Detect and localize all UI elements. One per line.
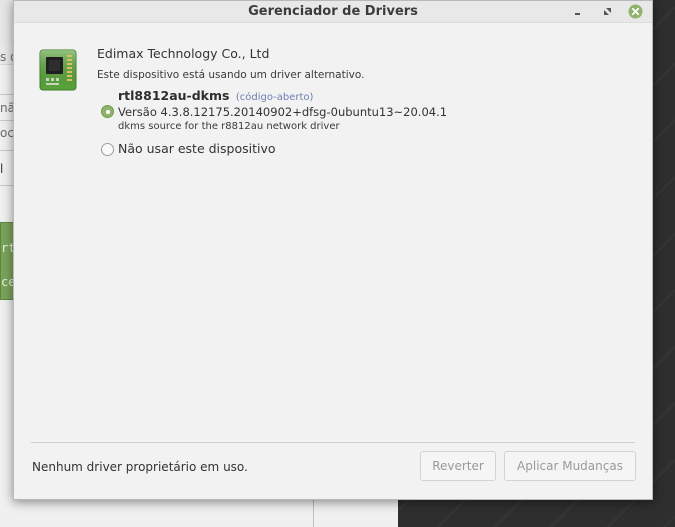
driver-manager-window: Gerenciador de Drivers Edimax Technology… — [13, 0, 653, 500]
revert-button[interactable]: Reverter — [420, 451, 496, 481]
no-use-radio[interactable] — [101, 143, 114, 156]
window-title: Gerenciador de Drivers — [248, 4, 418, 19]
no-use-device-option[interactable]: Não usar este dispositivo — [101, 141, 401, 159]
device-vendor: Edimax Technology Co., Ltd — [97, 46, 270, 61]
maximize-icon — [604, 8, 611, 15]
title-bar[interactable]: Gerenciador de Drivers — [14, 1, 652, 23]
close-icon — [628, 4, 643, 19]
background-separator — [0, 185, 14, 186]
device-status: Este dispositivo está usando um driver a… — [97, 69, 365, 81]
driver-version: Versão 4.3.8.12175.20140902+dfsg-0ubuntu… — [118, 105, 448, 119]
driver-radio-selected[interactable] — [101, 105, 114, 118]
background-separator — [0, 94, 14, 95]
background-divider — [313, 500, 314, 527]
driver-license-tag: (código-aberto) — [235, 92, 314, 103]
no-use-label: Não usar este dispositivo — [118, 141, 276, 156]
close-button[interactable] — [628, 4, 643, 19]
maximize-button[interactable] — [600, 4, 615, 19]
background-text-fragment: oc — [0, 126, 14, 140]
background-separator — [0, 120, 14, 121]
minimize-icon — [575, 12, 580, 15]
network-card-icon — [39, 49, 77, 91]
driver-option-rtl8812au-dkms[interactable]: rtl8812au-dkms (código-aberto) Versão 4.… — [101, 88, 601, 138]
driver-description: dkms source for the r8812au network driv… — [118, 121, 340, 132]
driver-name: rtl8812au-dkms (código-aberto) — [118, 88, 313, 103]
background-text-fragment: l — [0, 162, 4, 176]
minimize-button[interactable] — [570, 4, 585, 19]
apply-changes-button[interactable]: Aplicar Mudanças — [504, 451, 636, 481]
driver-name-text: rtl8812au-dkms — [118, 88, 230, 103]
background-separator — [0, 150, 14, 151]
dialog-content: Edimax Technology Co., Ltd Este disposit… — [14, 23, 652, 499]
footer-status: Nenhum driver proprietário em uso. — [32, 460, 248, 474]
footer-divider — [31, 442, 635, 443]
